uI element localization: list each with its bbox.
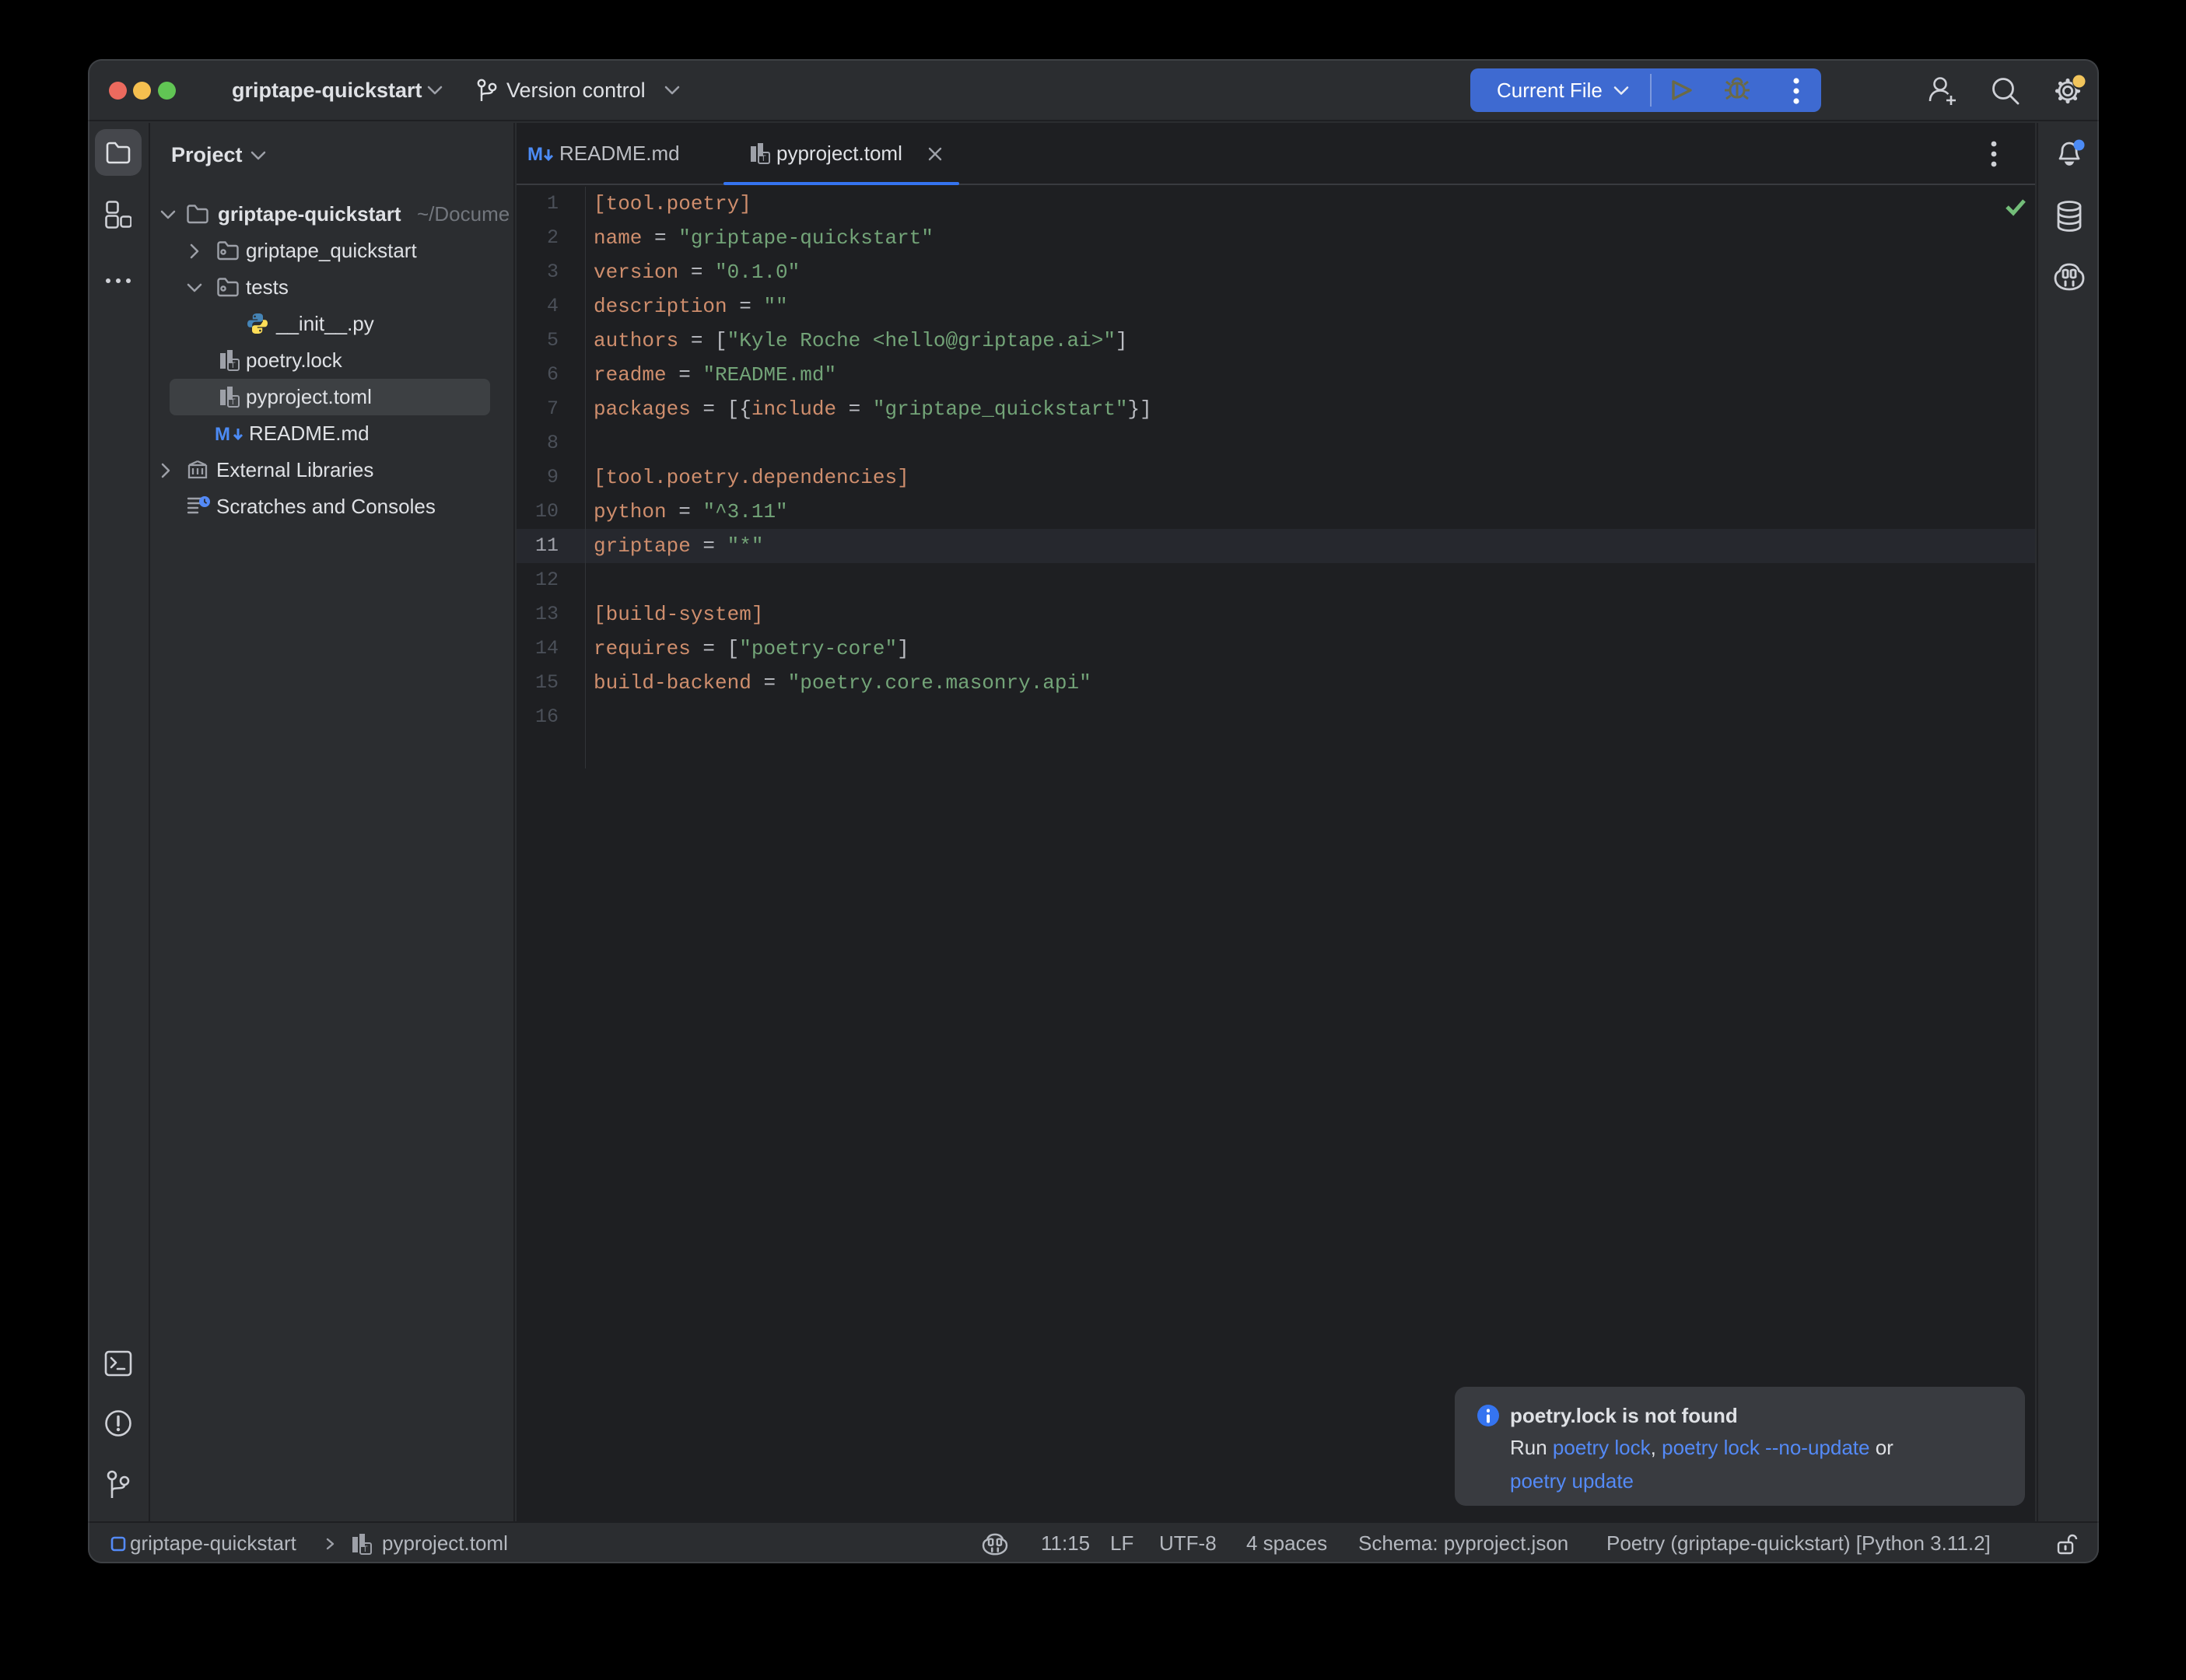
svg-text:T: T: [363, 1545, 368, 1554]
svg-text:T: T: [761, 154, 766, 163]
svg-text:T: T: [230, 361, 236, 370]
svg-text:M: M: [215, 424, 230, 445]
svg-text:M: M: [527, 144, 543, 165]
svg-text:T: T: [230, 397, 236, 407]
